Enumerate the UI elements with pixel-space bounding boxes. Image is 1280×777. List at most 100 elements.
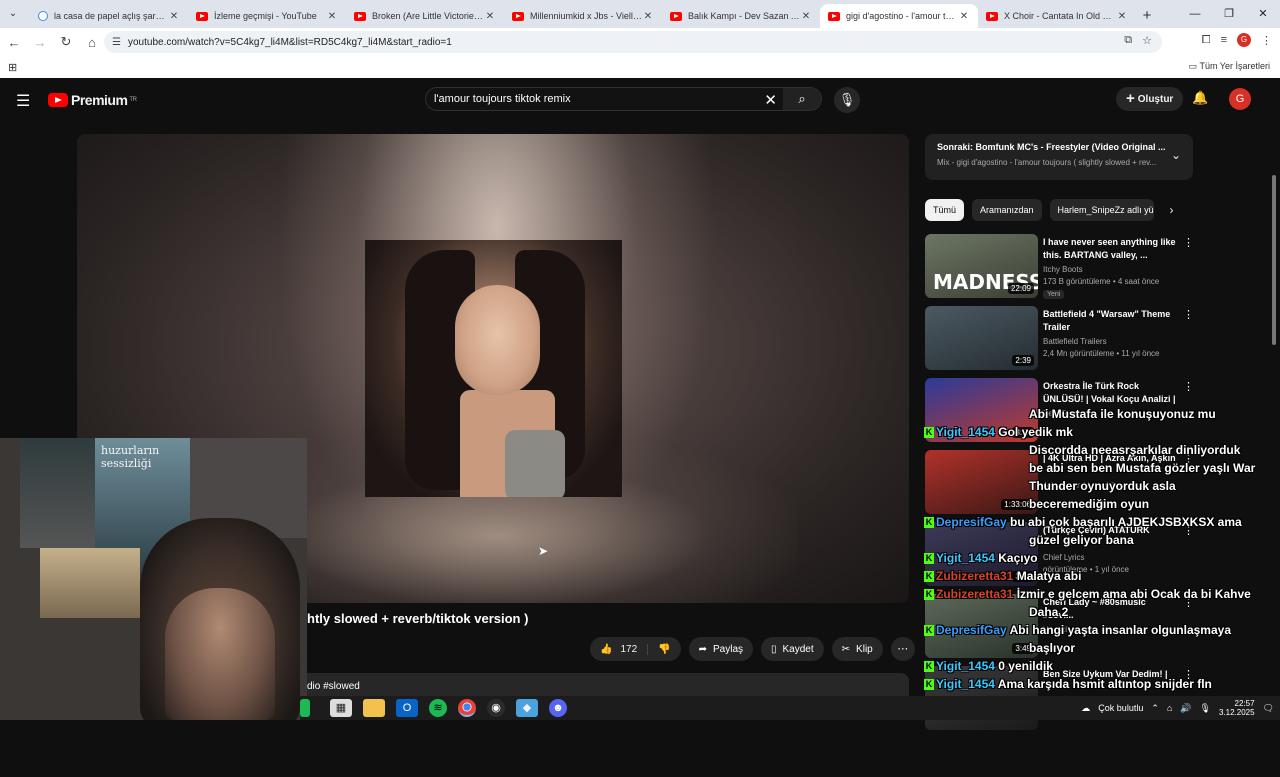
maximize-button[interactable]: ❐ [1212, 0, 1246, 28]
video-thumbnail[interactable]: 2:39 [925, 306, 1038, 370]
channel-name[interactable]: Battlefield Trailers [1043, 337, 1107, 346]
chrome-icon[interactable] [458, 699, 476, 717]
logo-region: TR [129, 97, 137, 103]
browser-tab[interactable]: la casa de papel açlış şarkısı t ✕ [30, 4, 188, 28]
google-favicon-icon [38, 11, 48, 21]
app-icon-blue[interactable]: ◆ [516, 699, 538, 717]
search-box[interactable]: l'amour toujours tiktok remix ✕ ⌕ [425, 87, 822, 111]
omnibox[interactable]: ☰ youtube.com/watch?v=5C4kg7_li4M&list=R… [104, 31, 1162, 53]
browser-tab[interactable]: X Choir - Cantata In Old Style ✕ [978, 4, 1136, 28]
bookmark-star-icon[interactable]: ☆ [1142, 34, 1152, 47]
create-button[interactable]: + Oluştur [1116, 87, 1184, 111]
chat-message: Daha 2 [924, 605, 1068, 619]
voice-search-icon[interactable]: 🎙 [834, 87, 860, 113]
notifications-bell-icon[interactable]: 🔔 [1192, 90, 1208, 106]
more-options-icon[interactable]: ⋮ [1183, 236, 1194, 249]
close-tab-icon[interactable]: ✕ [484, 11, 496, 22]
close-window-button[interactable]: ✕ [1246, 0, 1280, 28]
video-duration: 22:09 [1007, 283, 1034, 294]
chip-all[interactable]: Tümü [925, 199, 965, 221]
chat-text: Abi Mustafa ile konuşuyonuz mu [1029, 407, 1216, 421]
back-icon[interactable]: ← [2, 35, 26, 50]
chip-uploader[interactable]: Harlem_SnipeZz adlı yük [1049, 199, 1154, 221]
recommendation-item[interactable]: MADNESS 22:09 I have never seen anything l… [925, 234, 1195, 306]
search-icon[interactable]: ⌕ [783, 88, 821, 110]
guide-menu-icon[interactable]: ☰ [16, 91, 30, 111]
clear-search-icon[interactable]: ✕ [764, 91, 777, 109]
apps-grid-icon[interactable]: ⊞ [8, 61, 17, 74]
more-actions-button[interactable]: ⋯ [890, 637, 915, 661]
chip-from-search[interactable]: Aramanızdan [972, 199, 1042, 221]
all-bookmarks[interactable]: ▭ Tüm Yer İşaretleri [1189, 61, 1270, 72]
network-icon[interactable]: ⌂ [1167, 703, 1172, 713]
chevron-down-icon[interactable]: ⌄ [1171, 148, 1181, 162]
account-avatar[interactable]: G [1229, 88, 1251, 110]
tray-chevron-icon[interactable]: ⌃ [1151, 703, 1159, 714]
chat-message: K Zubizeretta31 İzmir e gelcem ama abi Oc… [924, 587, 1251, 601]
mic-tray-icon[interactable]: 🎙 [1200, 703, 1211, 714]
close-tab-icon[interactable]: ✕ [642, 11, 654, 22]
calculator-icon[interactable]: ▦ [330, 699, 352, 717]
extensions-icon[interactable]: ⧠ [1202, 34, 1211, 47]
volume-icon[interactable]: 🔊 [1180, 703, 1191, 714]
tab-search-icon[interactable]: ⌄ [4, 6, 22, 22]
browser-menu-icon[interactable]: ⋮ [1261, 34, 1272, 47]
browser-tab[interactable]: Millenniumkid x Jbs - Vielleicht ✕ [504, 4, 662, 28]
chevron-right-icon[interactable]: › [1170, 203, 1174, 217]
video-title[interactable]: Orkestra İle Türk Rock ÜNLÜSÜ! | Vokal K… [1043, 380, 1177, 406]
clock[interactable]: 22:57 3.12.2025 [1219, 699, 1255, 717]
browser-tab[interactable]: Balık Kampı - Dev Sazan Avı - C✕ [662, 4, 820, 28]
like-button[interactable]: 👍 172 [590, 643, 649, 655]
site-info-icon[interactable]: ☰ [112, 37, 128, 48]
youtube-premium-logo[interactable]: Premium TR [48, 92, 137, 108]
close-tab-icon[interactable]: ✕ [958, 11, 970, 22]
close-tab-icon[interactable]: ✕ [168, 11, 180, 22]
search-input[interactable]: l'amour toujours tiktok remix [434, 93, 571, 105]
channel-name[interactable]: Itchy Boots [1043, 265, 1083, 274]
file-explorer-icon[interactable] [363, 699, 385, 717]
forward-icon[interactable]: → [28, 35, 52, 50]
reading-list-icon[interactable]: ≡ [1221, 34, 1227, 46]
clip-button[interactable]: ✂ Klip [831, 637, 883, 661]
cast-icon[interactable]: ⧉ [1124, 34, 1132, 47]
chat-message: Abi Mustafa ile konuşuyonuz mu [924, 407, 1216, 421]
video-thumbnail[interactable]: MADNESS 22:09 [925, 234, 1038, 298]
more-options-icon[interactable]: ⋮ [1183, 380, 1194, 393]
outlook-icon[interactable]: O [396, 699, 418, 717]
home-icon[interactable]: ⌂ [80, 35, 104, 50]
taskbar-app-icon[interactable] [300, 699, 310, 717]
browser-tab[interactable]: Broken (Are Little Victories by ✕ [346, 4, 504, 28]
like-count: 172 [620, 643, 638, 655]
notification-icon[interactable]: 🗨 [1263, 703, 1274, 714]
close-tab-icon[interactable]: ✕ [1116, 11, 1128, 22]
youtube-favicon-icon [512, 11, 524, 21]
wall-poster-1 [20, 438, 100, 548]
scrollbar-thumb[interactable] [1272, 175, 1276, 345]
browser-tab[interactable]: İzleme geçmişi - YouTube ✕ [188, 4, 346, 28]
share-button[interactable]: ➦ Paylaş [688, 637, 753, 661]
chat-text: Ama karşıda hsmit altıntop snijder fln [997, 677, 1212, 691]
more-options-icon[interactable]: ⋮ [1183, 308, 1194, 321]
spotify-icon[interactable]: ≋ [429, 699, 447, 717]
youtube-favicon-icon [986, 11, 998, 21]
close-tab-icon[interactable]: ✕ [800, 11, 812, 22]
discord-icon[interactable]: ☻ [549, 699, 567, 717]
recommendation-item[interactable]: 2:39 Battlefield 4 "Warsaw" Theme Trailer… [925, 306, 1195, 378]
dislike-button[interactable]: 👎 [648, 644, 680, 655]
reload-icon[interactable]: ↻ [54, 34, 78, 50]
video-title[interactable]: Battlefield 4 "Warsaw" Theme Trailer [1043, 308, 1177, 334]
browser-tab-strip: ⌄ la casa de papel açlış şarkısı t ✕ İzlem… [0, 0, 1280, 28]
weather-icon[interactable]: ☁ [1081, 703, 1090, 714]
close-tab-icon[interactable]: ✕ [326, 11, 338, 22]
profile-avatar[interactable]: G [1237, 33, 1251, 47]
mouse-cursor-icon: ➤ [538, 544, 549, 558]
save-button[interactable]: ▯ Kaydet [761, 637, 824, 661]
obs-icon[interactable]: ◉ [487, 699, 505, 717]
video-title[interactable]: I have never seen anything like this. BA… [1043, 236, 1177, 262]
browser-tab[interactable]: gigi d'agostino - l'amour toujo ✕ [820, 4, 978, 28]
minimize-button[interactable]: — [1178, 0, 1212, 28]
new-tab-button[interactable]: + [1136, 4, 1158, 28]
chat-username: Yigit_1454 [936, 659, 995, 673]
chat-message: K DepresifGay Abi hangi yaşta insanlar ol… [924, 623, 1231, 637]
up-next-panel[interactable]: Sonraki: Bomfunk MC's - Freestyler (Vide… [925, 134, 1193, 180]
